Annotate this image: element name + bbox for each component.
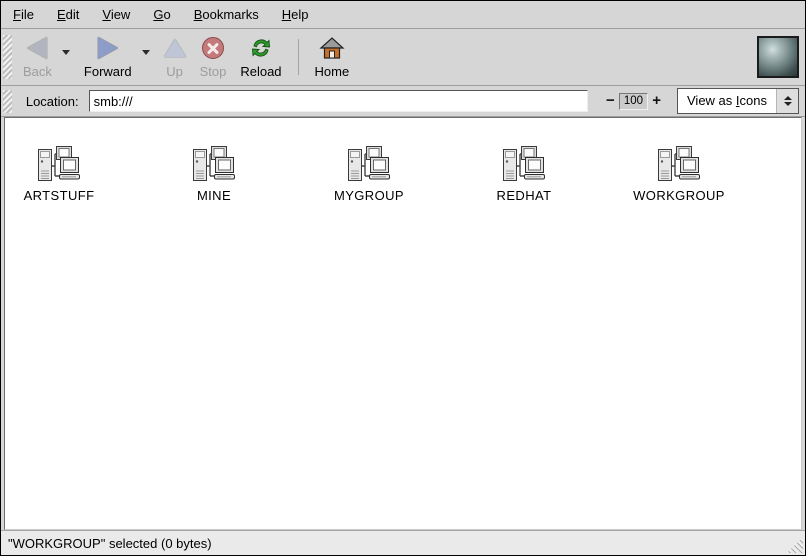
chevron-down-icon [142, 50, 150, 55]
icon-grid: ARTSTUFF MINE [6, 145, 801, 203]
workgroup-item-mine[interactable]: MINE [161, 145, 267, 203]
location-input[interactable] [89, 90, 588, 112]
status-text: "WORKGROUP" selected (0 bytes) [8, 536, 212, 551]
network-workgroup-icon [656, 145, 702, 185]
up-button[interactable]: Up [157, 31, 193, 83]
reload-icon [249, 35, 273, 61]
menu-bookmarks[interactable]: Bookmarks [186, 3, 267, 26]
stop-button[interactable]: Stop [193, 31, 234, 83]
location-bar: Location: − 100 + View as Icons [1, 86, 805, 117]
status-bar: "WORKGROUP" selected (0 bytes) [1, 530, 805, 555]
back-button[interactable]: Back [16, 31, 59, 83]
zoom-out-button[interactable]: − [602, 92, 619, 110]
menu-view[interactable]: View [94, 3, 138, 26]
menu-go[interactable]: Go [145, 3, 178, 26]
stop-icon [202, 35, 224, 61]
workgroup-item-redhat[interactable]: REDHAT [471, 145, 577, 203]
reload-button[interactable]: Reload [233, 31, 288, 83]
toolbar: Back Forward Up Stop Reload [1, 29, 805, 86]
location-label: Location: [26, 94, 79, 109]
workgroup-item-workgroup[interactable]: WORKGROUP [626, 145, 732, 203]
menu-help[interactable]: Help [274, 3, 317, 26]
menubar: File Edit View Go Bookmarks Help [1, 1, 805, 29]
forward-button-label: Forward [84, 64, 132, 79]
menu-file[interactable]: File [5, 3, 42, 26]
network-workgroup-icon [191, 145, 237, 185]
network-workgroup-icon [501, 145, 547, 185]
icon-view-pane[interactable]: ARTSTUFF MINE [4, 117, 802, 530]
reload-button-label: Reload [240, 64, 281, 79]
back-history-dropdown[interactable] [59, 50, 73, 55]
stop-button-label: Stop [200, 64, 227, 79]
up-button-label: Up [166, 64, 183, 79]
view-as-dropdown[interactable]: View as Icons [677, 88, 799, 114]
icon-label: ARTSTUFF [24, 188, 95, 203]
dropdown-arrows-icon [776, 89, 798, 113]
zoom-level-indicator[interactable]: 100 [619, 93, 649, 110]
icon-label: MYGROUP [334, 188, 404, 203]
up-arrow-icon [164, 35, 186, 61]
locationbar-drag-handle[interactable] [3, 90, 12, 113]
icon-label: REDHAT [497, 188, 552, 203]
view-as-dropdown-label: View as Icons [678, 89, 776, 113]
toolbar-separator [298, 39, 299, 75]
chevron-down-icon [62, 50, 70, 55]
zoom-in-button[interactable]: + [648, 92, 665, 110]
back-arrow-icon [27, 35, 47, 61]
workgroup-item-mygroup[interactable]: MYGROUP [316, 145, 422, 203]
home-button-label: Home [315, 64, 350, 79]
network-workgroup-icon [36, 145, 82, 185]
forward-history-dropdown[interactable] [139, 50, 153, 55]
workgroup-item-artstuff[interactable]: ARTSTUFF [6, 145, 112, 203]
toolbar-drag-handle[interactable] [3, 35, 12, 79]
resize-grip[interactable] [787, 537, 803, 553]
menu-edit[interactable]: Edit [49, 3, 87, 26]
back-button-label: Back [23, 64, 52, 79]
network-workgroup-icon [346, 145, 392, 185]
icon-label: MINE [197, 188, 231, 203]
forward-arrow-icon [98, 35, 118, 61]
home-icon [319, 35, 345, 61]
home-button[interactable]: Home [308, 31, 357, 83]
nautilus-throbber-icon[interactable] [757, 36, 799, 78]
forward-button[interactable]: Forward [77, 31, 139, 83]
icon-label: WORKGROUP [633, 188, 725, 203]
